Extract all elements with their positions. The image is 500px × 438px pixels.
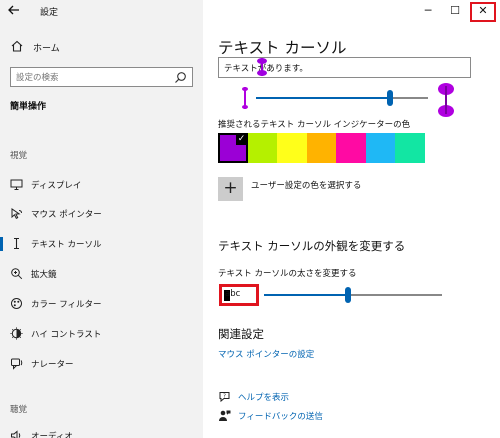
sidebar-item-text-cursor[interactable]: テキスト カーソル xyxy=(0,233,203,255)
custom-color-button[interactable]: + ユーザー設定の色を選択する xyxy=(218,177,478,201)
slider-track-rest xyxy=(347,294,442,296)
magnifier-icon xyxy=(11,268,23,280)
color-swatch[interactable] xyxy=(336,133,366,163)
sidebar-item-label: ディスプレイ xyxy=(31,181,82,191)
group-label-hearing: 聴覚 xyxy=(10,405,28,415)
close-button-highlight xyxy=(470,2,496,22)
sidebar-item-label: カラー フィルター xyxy=(31,300,102,310)
sidebar-item-label: ナレーター xyxy=(31,360,74,370)
color-swatch[interactable]: ✓ xyxy=(218,133,248,163)
slider-thumb[interactable] xyxy=(344,287,351,303)
sidebar-item-display[interactable]: ディスプレイ xyxy=(0,174,203,196)
sidebar-item-magnifier[interactable]: 拡大鏡 xyxy=(0,263,203,285)
search-box[interactable] xyxy=(10,67,193,87)
sidebar-item-label: マウス ポインター xyxy=(31,210,102,220)
cursor-preview-box: テキストがあります。 xyxy=(218,57,471,78)
color-swatch[interactable] xyxy=(395,133,425,163)
sidebar-item-high-contrast[interactable]: ハイ コントラスト xyxy=(0,323,203,345)
audio-icon xyxy=(11,430,21,438)
feedback-icon xyxy=(219,410,231,421)
slider-track-filled xyxy=(256,97,391,99)
plus-icon: + xyxy=(218,177,243,201)
sidebar-item-home[interactable]: ホーム xyxy=(0,37,203,57)
title-bar: 設定 xyxy=(0,0,203,24)
color-filter-icon xyxy=(11,298,22,309)
minimize-button[interactable]: ─ xyxy=(415,0,441,22)
custom-color-label: ユーザー設定の色を選択する xyxy=(251,181,362,191)
sidebar-item-label: 拡大鏡 xyxy=(31,270,57,280)
app-title: 設定 xyxy=(40,8,59,18)
sidebar-item-audio[interactable]: オーディオ xyxy=(0,425,203,438)
settings-window: 設定 ホーム 簡単操作 視覚 ディスプレイ マウス ポインター テキスト カーソ… xyxy=(0,0,500,438)
color-swatch[interactable] xyxy=(277,133,307,163)
sidebar-item-label: ホーム xyxy=(33,44,60,54)
thickness-preview-text: abc xyxy=(225,289,241,299)
color-swatches: ✓ xyxy=(218,133,425,163)
sidebar-item-narrator[interactable]: ナレーター xyxy=(0,353,203,375)
scrollbar[interactable] xyxy=(492,26,496,430)
thickness-label: テキスト カーソルの太さを変更する xyxy=(218,269,357,279)
narrator-icon xyxy=(11,358,23,370)
preview-cursor-indicator xyxy=(257,58,267,76)
thickness-preview: abc xyxy=(219,284,259,306)
recommended-colors-label: 推奨されるテキスト カーソル インジケーターの色 xyxy=(218,120,411,130)
group-label-vision: 視覚 xyxy=(10,151,28,161)
search-icon[interactable] xyxy=(174,71,187,84)
help-icon: ? xyxy=(219,392,230,403)
sidebar-item-label: オーディオ xyxy=(31,432,73,438)
small-cursor-icon xyxy=(242,87,248,109)
page-title: テキスト カーソル xyxy=(218,39,347,57)
sidebar-item-label: ハイ コントラスト xyxy=(31,330,102,340)
thickness-slider[interactable] xyxy=(264,284,444,306)
slider-track-rest xyxy=(390,97,428,99)
back-button[interactable] xyxy=(6,3,22,19)
text-cursor-icon xyxy=(14,237,19,250)
mouse-pointer-settings-link[interactable]: マウス ポインターの設定 xyxy=(218,348,314,360)
feedback-label: フィードバックの送信 xyxy=(238,412,323,422)
help-label: ヘルプを表示 xyxy=(238,393,290,403)
indicator-size-slider[interactable] xyxy=(240,82,470,118)
mouse-pointer-icon xyxy=(11,208,22,219)
maximize-button[interactable]: ☐ xyxy=(442,0,468,22)
appearance-section-title: テキスト カーソルの外観を変更する xyxy=(218,239,406,253)
large-cursor-icon xyxy=(438,83,454,117)
get-help-link[interactable]: ? ヘルプを表示 xyxy=(218,389,418,405)
color-swatch[interactable] xyxy=(247,133,277,163)
send-feedback-link[interactable]: フィードバックの送信 xyxy=(218,408,418,424)
color-swatch[interactable] xyxy=(365,133,395,163)
back-arrow-icon xyxy=(8,5,19,15)
sidebar-item-label: テキスト カーソル xyxy=(31,240,102,250)
monitor-icon xyxy=(10,179,23,190)
search-input[interactable] xyxy=(16,71,166,84)
sidebar-item-color-filter[interactable]: カラー フィルター xyxy=(0,293,203,315)
high-contrast-icon xyxy=(10,327,23,340)
section-heading: 簡単操作 xyxy=(10,102,47,112)
related-settings-title: 関連設定 xyxy=(218,327,264,341)
checkmark-icon: ✓ xyxy=(235,133,248,145)
home-icon xyxy=(11,40,23,52)
slider-track-filled xyxy=(264,294,348,296)
color-swatch[interactable] xyxy=(306,133,336,163)
slider-thumb[interactable] xyxy=(387,90,394,106)
sidebar: 設定 ホーム 簡単操作 視覚 ディスプレイ マウス ポインター テキスト カーソ… xyxy=(0,0,203,438)
svg-text:?: ? xyxy=(223,394,226,400)
sidebar-item-mouse-pointer[interactable]: マウス ポインター xyxy=(0,203,203,225)
